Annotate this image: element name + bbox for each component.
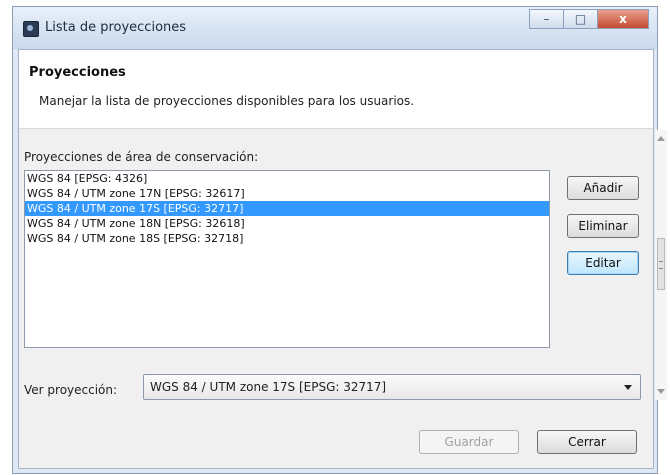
add-button[interactable]: Añadir: [567, 176, 639, 200]
chevron-down-icon[interactable]: [624, 385, 632, 390]
window-title: Lista de proyecciones: [45, 20, 187, 35]
header-banner: Proyecciones Manejar la lista de proyecc…: [19, 50, 653, 129]
list-item-selected[interactable]: WGS 84 / UTM zone 17S [EPSG: 32717]: [25, 201, 549, 216]
banner-description: Manejar la lista de proyecciones disponi…: [39, 94, 415, 108]
dialog-window: Lista de proyecciones – □ x Proyecciones…: [12, 6, 658, 474]
scrollbar-thumb[interactable]: [657, 238, 665, 290]
view-projection-value: WGS 84 / UTM zone 17S [EPSG: 32717]: [150, 380, 387, 394]
maximize-button[interactable]: □: [563, 9, 598, 29]
close-button[interactable]: Cerrar: [537, 430, 637, 454]
close-window-button[interactable]: x: [597, 9, 649, 29]
remove-button[interactable]: Eliminar: [567, 214, 639, 238]
banner-title: Proyecciones: [29, 65, 126, 80]
title-bar[interactable]: Lista de proyecciones – □ x: [13, 7, 657, 49]
projections-label: Proyecciones de área de conservación:: [24, 150, 259, 164]
minimize-button[interactable]: –: [529, 9, 564, 29]
list-item[interactable]: WGS 84 / UTM zone 18S [EPSG: 32718]: [25, 231, 549, 246]
vertical-scrollbar[interactable]: [655, 130, 667, 400]
projections-list[interactable]: WGS 84 [EPSG: 4326] WGS 84 / UTM zone 17…: [24, 170, 550, 348]
window-controls: – □ x: [529, 9, 649, 35]
save-button[interactable]: Guardar: [419, 430, 519, 454]
scroll-down-icon[interactable]: [657, 389, 665, 394]
edit-button[interactable]: Editar: [567, 251, 639, 275]
view-projection-select[interactable]: WGS 84 / UTM zone 17S [EPSG: 32717]: [143, 374, 641, 400]
dialog-content: Proyecciones Manejar la lista de proyecc…: [18, 49, 654, 469]
list-item[interactable]: WGS 84 / UTM zone 17N [EPSG: 32617]: [25, 186, 549, 201]
scroll-up-icon[interactable]: [657, 136, 665, 141]
app-icon: [23, 21, 39, 37]
list-item[interactable]: WGS 84 / UTM zone 18N [EPSG: 32618]: [25, 216, 549, 231]
list-item[interactable]: WGS 84 [EPSG: 4326]: [25, 171, 549, 186]
view-projection-label: Ver proyección:: [24, 383, 118, 397]
grip-icon: [659, 261, 663, 269]
